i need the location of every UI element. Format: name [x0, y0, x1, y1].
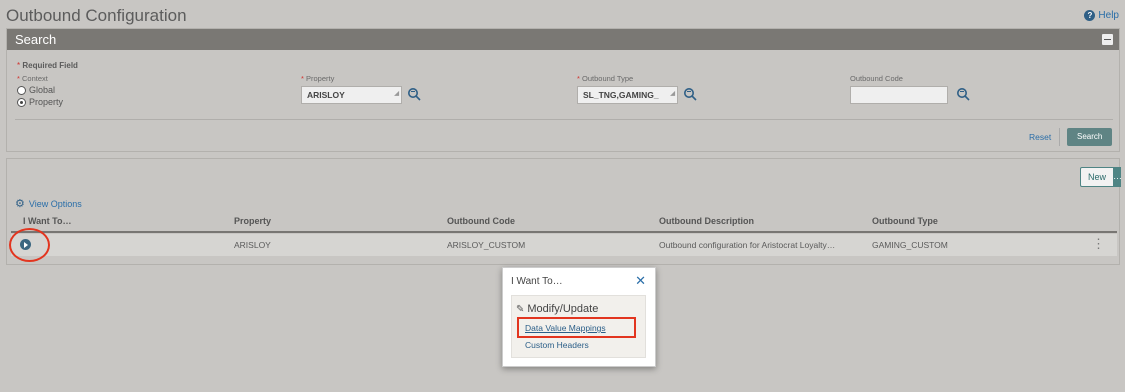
context-label: * Context: [17, 74, 48, 83]
column-header-outbound-code[interactable]: Outbound Code: [447, 216, 515, 226]
cell-outbound-code: ARISLOY_CUSTOM: [447, 240, 526, 250]
outbound-type-label: * Outbound Type: [577, 74, 634, 83]
outbound-type-lookup-icon[interactable]: [683, 87, 697, 101]
pencil-icon: ✎: [516, 303, 525, 315]
radio-checked-icon[interactable]: [17, 97, 26, 107]
search-header-title: Search: [15, 32, 57, 47]
search-panel: Search * Required Field * Context Global…: [6, 28, 1120, 152]
outbound-type-input[interactable]: SL_TNG,GAMING_ ◢: [577, 86, 678, 104]
reset-link[interactable]: Reset: [1029, 132, 1051, 142]
search-button[interactable]: Search: [1067, 128, 1113, 146]
results-panel: New … ⚙ View Options I Want To… Property…: [6, 158, 1122, 265]
collapse-icon[interactable]: [1102, 34, 1113, 45]
outbound-code-label: Outbound Code: [850, 74, 903, 83]
column-header-property[interactable]: Property: [234, 216, 271, 226]
property-input[interactable]: ARISLOY ◢: [301, 86, 402, 104]
outbound-code-input[interactable]: [850, 86, 948, 104]
annotation-box: [517, 317, 636, 338]
column-header-i-want-to: I Want To…: [23, 216, 72, 226]
radio-icon[interactable]: [17, 85, 26, 95]
new-button[interactable]: New: [1080, 167, 1114, 187]
page-title: Outbound Configuration: [6, 6, 187, 25]
annotation-circle: [9, 228, 50, 262]
property-label: * Property: [301, 74, 335, 83]
gear-icon: ⚙: [15, 198, 25, 210]
i-want-to-popup: I Want To… ✕ ✎ Modify/Update Data Value …: [502, 267, 656, 367]
help-link[interactable]: ? Help: [1084, 10, 1119, 21]
more-actions-button[interactable]: …: [1113, 167, 1122, 187]
popup-title: I Want To…: [511, 276, 563, 287]
cell-outbound-type: GAMING_CUSTOM: [872, 240, 948, 250]
required-note: * Required Field: [17, 61, 78, 70]
property-lookup-icon[interactable]: [407, 87, 421, 101]
outbound-code-lookup-icon[interactable]: [956, 87, 970, 101]
cell-property: ARISLOY: [234, 240, 271, 250]
cell-outbound-description: Outbound configuration for Aristocrat Lo…: [659, 240, 836, 250]
table-header-rule: [11, 231, 1117, 233]
search-panel-header[interactable]: Search: [7, 29, 1119, 50]
row-menu-kebab-icon[interactable]: ⋮: [1092, 236, 1105, 252]
custom-headers-link[interactable]: Custom Headers: [525, 340, 589, 350]
view-options-link[interactable]: ⚙ View Options: [15, 197, 82, 210]
context-radio-global[interactable]: Global: [17, 85, 55, 95]
column-header-outbound-type[interactable]: Outbound Type: [872, 216, 938, 226]
popup-menu: ✎ Modify/Update Data Value Mappings Cust…: [511, 295, 646, 358]
column-header-outbound-description[interactable]: Outbound Description: [659, 216, 754, 226]
popup-section-header: ✎ Modify/Update: [516, 303, 599, 315]
button-separator: [1059, 128, 1060, 146]
context-radio-property[interactable]: Property: [17, 97, 63, 107]
help-label: Help: [1098, 10, 1119, 21]
search-divider: [15, 119, 1113, 120]
help-icon: ?: [1084, 10, 1096, 21]
close-icon[interactable]: ✕: [635, 273, 646, 289]
table-row[interactable]: [11, 234, 1117, 256]
